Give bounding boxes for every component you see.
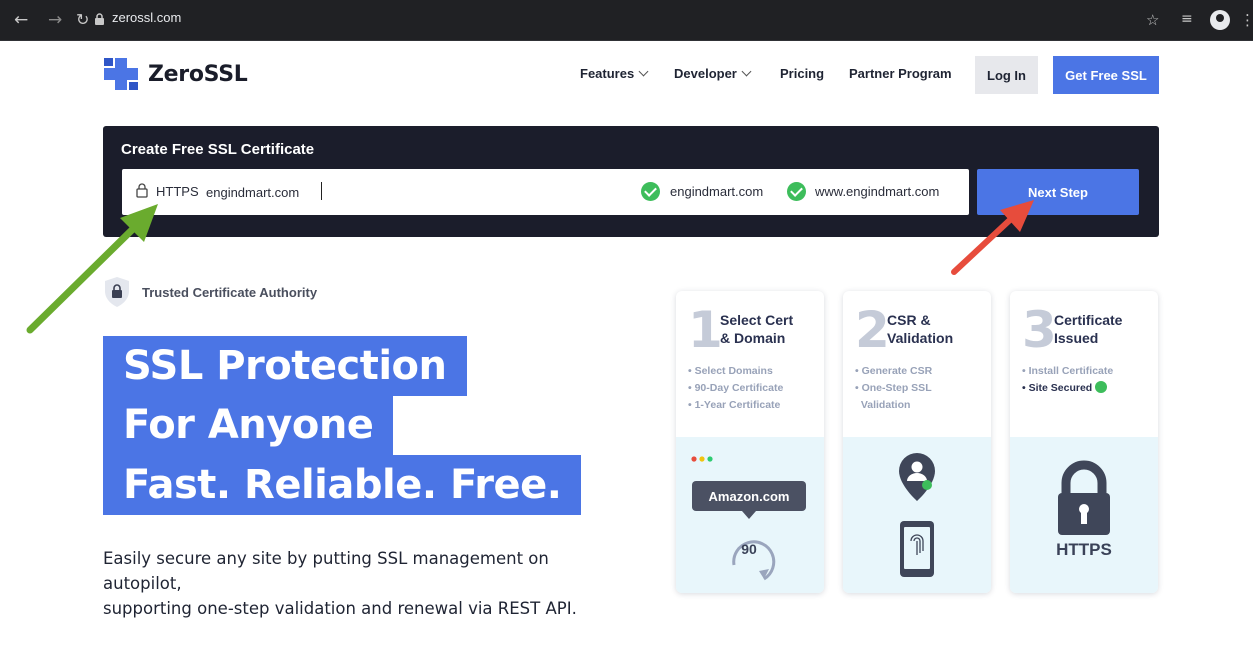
step-card-1: 1 Select Cert & Domain • Select Domains •…: [676, 291, 824, 593]
hero-text: SSL Protection: [103, 336, 467, 396]
chevron-down-icon: [741, 66, 752, 77]
check-icon: [787, 182, 806, 201]
nav-features[interactable]: Features: [580, 66, 649, 81]
address-bar[interactable]: zerossl.com: [112, 10, 181, 25]
step-card-3: 3 Certificate Issued • Install Certificat…: [1010, 291, 1158, 593]
media-icon[interactable]: ≡: [1181, 11, 1193, 27]
profile-avatar-icon[interactable]: [1210, 10, 1230, 30]
step-bullet: Validation: [855, 399, 911, 411]
step-bullet: • Install Certificate: [1022, 365, 1114, 377]
nav-features-label: Features: [580, 66, 635, 81]
text-caret: [321, 182, 322, 200]
user-verify-icon: [899, 453, 935, 577]
trusted-label: Trusted Certificate Authority: [142, 284, 318, 300]
step-bullet: • One-Step SSL: [855, 382, 932, 394]
step-title-line: & Domain: [720, 330, 786, 346]
domain-input-box[interactable]: HTTPS engindmart.com www.engindmart.com: [122, 169, 969, 215]
login-button[interactable]: Log In: [975, 56, 1038, 94]
nav-pricing[interactable]: Pricing: [780, 66, 824, 81]
domain-variant-www: www.engindmart.com: [815, 184, 940, 199]
logo[interactable]: ZeroSSL: [104, 58, 248, 90]
reload-icon[interactable]: ↻: [76, 10, 89, 30]
check-icon: [641, 182, 660, 201]
padlock-icon: [1058, 460, 1110, 535]
step-title-line: Select Cert: [720, 312, 794, 328]
step-title-line: Certificate: [1054, 312, 1123, 328]
step-bullet: • 90-Day Certificate: [688, 382, 784, 394]
hero-description: Easily secure any site by putting SSL ma…: [103, 546, 623, 621]
step-title: CSR & Validation: [887, 311, 987, 347]
step-card-2: 2 CSR & Validation • Generate CSR • One-S…: [843, 291, 991, 593]
logo-text: ZeroSSL: [148, 61, 248, 87]
get-free-ssl-button[interactable]: Get Free SSL: [1053, 56, 1159, 94]
domain-variant-root: engindmart.com: [670, 184, 764, 199]
zerossl-logo-icon: [104, 58, 138, 90]
step-number: 2: [855, 301, 890, 359]
step-illustration: [843, 437, 991, 593]
step-bullet-secured: • Site Secured: [1022, 380, 1113, 397]
hero-line-1: SSL Protection: [103, 336, 467, 396]
shield-icon: [105, 277, 129, 307]
back-icon[interactable]: ←: [14, 10, 28, 30]
hero-text: Fast. Reliable. Free.: [103, 455, 582, 515]
step-title: Certificate Issued: [1054, 311, 1154, 347]
hero-line-3: Fast. Reliable. Free.: [103, 455, 582, 515]
browser-toolbar: ← → ↻ zerossl.com ☆ ≡ ⋮: [0, 0, 1253, 41]
menu-kebab-icon[interactable]: ⋮: [1240, 11, 1253, 29]
nav-partner-program[interactable]: Partner Program: [849, 66, 952, 81]
description-line: Easily secure any site by putting SSL ma…: [103, 549, 549, 593]
amazon-label: Amazon.com: [708, 489, 790, 504]
next-step-button[interactable]: Next Step: [977, 169, 1139, 215]
browser-window-icon: [691, 456, 806, 581]
star-icon[interactable]: ☆: [1146, 11, 1159, 29]
chevron-down-icon: [638, 66, 649, 77]
step-bullets: • Select Domains • 90-Day Certificate • …: [688, 363, 783, 414]
nav-developer[interactable]: Developer: [674, 66, 752, 81]
ninety-label: 90: [741, 541, 757, 557]
lock-icon: [95, 13, 104, 25]
step-title-line: Issued: [1054, 330, 1099, 346]
panel-title: Create Free SSL Certificate: [121, 141, 315, 158]
step-title-line: Validation: [887, 330, 954, 346]
step-bullet: • Select Domains: [688, 365, 773, 377]
step-number: 1: [688, 301, 723, 359]
step-illustration: Amazon.com 90: [676, 437, 824, 593]
step-bullet: • Generate CSR: [855, 365, 933, 377]
create-certificate-panel: Create Free SSL Certificate HTTPS engind…: [103, 126, 1159, 237]
description-line: supporting one-step validation and renew…: [103, 599, 577, 618]
protocol-label: HTTPS: [156, 184, 199, 199]
nav-developer-label: Developer: [674, 66, 737, 81]
step-bullets: • Install Certificate • Site Secured: [1022, 363, 1113, 397]
check-icon: [1095, 381, 1108, 393]
domain-input[interactable]: [206, 181, 506, 203]
step-illustration: HTTPS: [1010, 437, 1158, 593]
forward-icon[interactable]: →: [48, 10, 62, 30]
step-title: Select Cert & Domain: [720, 311, 820, 347]
lock-outline-icon: [136, 183, 148, 198]
hero-line-2: For Anyone: [103, 395, 394, 455]
trusted-badge: Trusted Certificate Authority: [104, 276, 317, 308]
step-bullets: • Generate CSR • One-Step SSL Validation: [855, 363, 932, 414]
step-bullet: • Site Secured: [1022, 382, 1093, 394]
hero-text: For Anyone: [103, 395, 394, 455]
step-bullet: • 1-Year Certificate: [688, 399, 781, 411]
https-label: HTTPS: [1056, 540, 1112, 559]
step-title-line: CSR &: [887, 312, 931, 328]
step-number: 3: [1022, 301, 1057, 359]
